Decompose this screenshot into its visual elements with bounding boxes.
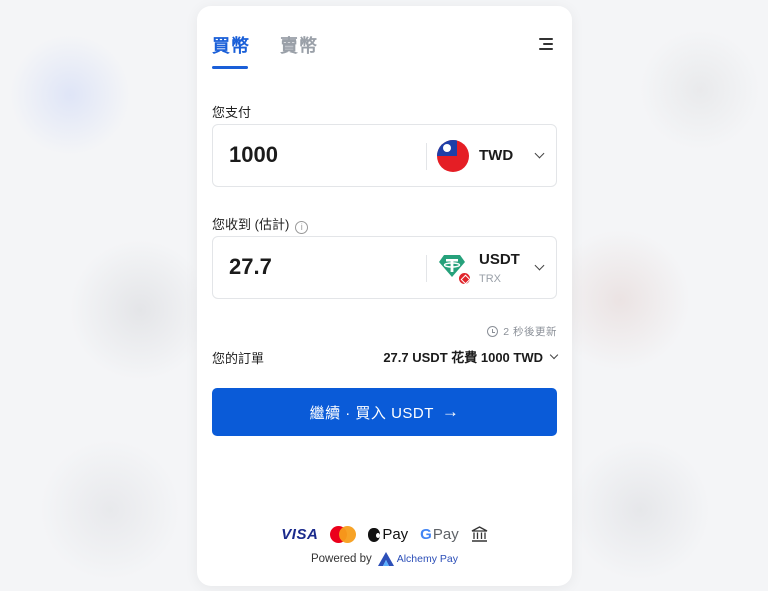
- visa-logo: VISA: [281, 526, 319, 543]
- alchemy-pay-logo[interactable]: Alchemy Pay: [377, 552, 458, 566]
- buy-widget-card: 買幣 賣幣 您支付 TWD 您收到 (估計) i: [197, 6, 572, 586]
- arrow-right-icon: →: [441, 402, 460, 421]
- continue-buy-label: 繼續 · 買入 USDT: [309, 404, 434, 422]
- alchemy-pay-icon: [377, 552, 394, 566]
- receive-field: USDT TRX: [212, 236, 557, 299]
- order-summary: 27.7 USDT 花費 1000 TWD: [383, 350, 543, 365]
- hamburger-menu-icon[interactable]: [537, 36, 553, 52]
- trx-network-icon: [458, 272, 471, 285]
- apple-pay-logo: Pay: [368, 526, 408, 543]
- continue-buy-button[interactable]: 繼續 · 買入 USDT →: [212, 388, 557, 436]
- powered-by-footer: Powered by Alchemy Pay: [197, 552, 572, 566]
- order-label: 您的訂單: [212, 351, 265, 366]
- field-divider: [426, 255, 427, 282]
- pay-label: 您支付: [212, 105, 252, 120]
- tab-buy[interactable]: 買幣: [212, 32, 250, 58]
- field-divider: [426, 143, 427, 170]
- pay-currency-code: TWD: [479, 147, 514, 164]
- receive-label-row: 您收到 (估計) i: [212, 214, 309, 234]
- pay-currency-select[interactable]: TWD: [435, 125, 557, 186]
- tab-bar: 買幣 賣幣: [212, 32, 557, 70]
- apple-icon: [368, 527, 381, 542]
- powered-by-text: Powered by: [310, 553, 372, 565]
- receive-amount-input[interactable]: [229, 254, 409, 280]
- google-pay-logo: G Pay: [420, 526, 459, 543]
- receive-label: 您收到 (估計): [212, 217, 290, 232]
- active-tab-indicator: [212, 66, 248, 69]
- order-summary-toggle[interactable]: 27.7 USDT 花費 1000 TWD: [383, 347, 559, 366]
- receive-network: TRX: [479, 273, 501, 285]
- payment-methods: VISA Pay G Pay: [197, 526, 572, 543]
- chevron-down-icon: [534, 260, 545, 271]
- chevron-down-icon: [534, 148, 545, 159]
- refresh-text: 2 秒後更新: [503, 326, 557, 338]
- info-icon[interactable]: i: [295, 221, 309, 234]
- receive-currency-code: USDT: [479, 251, 520, 268]
- refresh-timer: 2 秒後更新: [487, 324, 557, 339]
- chevron-down-icon: [549, 350, 559, 360]
- tab-sell[interactable]: 賣幣: [280, 32, 318, 58]
- clock-icon: [487, 326, 499, 337]
- mastercard-logo: [330, 526, 357, 543]
- receive-currency-select[interactable]: USDT TRX: [435, 237, 557, 298]
- bank-icon: [471, 526, 488, 542]
- pay-field: TWD: [212, 124, 557, 187]
- taiwan-flag-icon: [437, 140, 469, 172]
- pay-amount-input[interactable]: [229, 142, 409, 168]
- order-row: 您的訂單 27.7 USDT 花費 1000 TWD: [212, 346, 559, 366]
